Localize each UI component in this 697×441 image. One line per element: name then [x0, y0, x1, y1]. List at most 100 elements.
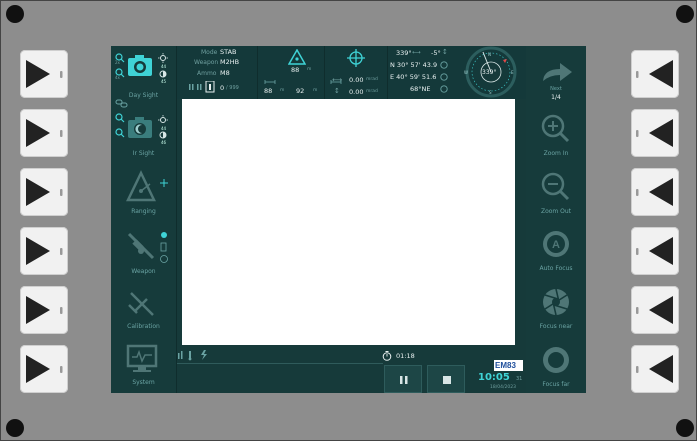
forward-arrow-icon [543, 63, 572, 81]
weapon-button[interactable]: Weapon [111, 224, 176, 280]
latitude-value: N 30° 57' 43.9 [390, 61, 438, 69]
focus-near-button[interactable]: Focus near [526, 283, 586, 335]
ranging-button[interactable]: Ranging [111, 166, 176, 221]
pause-icon [400, 376, 408, 384]
header-divider [257, 46, 258, 99]
display-screen: 2x 4x 44 45 Day Sight 44 46 Ir Sight Ran… [111, 46, 586, 393]
next-label: Next [550, 86, 562, 92]
right-bezel-button-2[interactable] [631, 109, 679, 157]
calibration-button[interactable]: Calibration [111, 283, 176, 335]
svg-text:A: A [552, 239, 560, 251]
video-feed[interactable] [182, 99, 515, 345]
range-left-value: 88 [264, 87, 273, 95]
day-zoom-mark-1: 2x [115, 60, 120, 65]
compass-mark-w: W [464, 70, 468, 75]
ir-sight-icons [115, 113, 168, 139]
play-left-icon [636, 296, 673, 324]
mode-label: Mode [201, 49, 218, 56]
ir-sight-button[interactable]: 44 46 Ir Sight [111, 106, 176, 162]
right-menu-panel: Next 1/4 Zoom In Zoom Out A Auto Focus F… [526, 46, 586, 393]
play-right-icon [26, 355, 63, 383]
range-value: 88 [291, 66, 300, 74]
day-zoom-mark-2: 4x [115, 75, 120, 80]
ranging-label: Ranging [131, 208, 156, 215]
weapon-value: M2HB [220, 58, 240, 66]
status-footer: 01:18 EM83 10:05 31 18/04/2023 [177, 346, 526, 393]
azimuth-arrow-icon: ⟷ [412, 49, 421, 56]
range-triangle-icon [288, 49, 306, 65]
day-sight-button[interactable]: 2x 4x 44 45 Day Sight [111, 46, 176, 102]
right-bezel-button-3[interactable] [631, 168, 679, 216]
auto-focus-icon: A [543, 231, 569, 257]
clock-time: 10:05 [478, 372, 510, 383]
status-icons [178, 350, 207, 361]
zoom-out-icon [541, 172, 570, 201]
calibration-label: Calibration [127, 323, 160, 330]
compass-mark-s: S [489, 90, 492, 95]
day-brightness-mark-1: 44 [161, 64, 167, 69]
heading-value: 68°NE [410, 85, 431, 93]
header-divider [324, 46, 325, 99]
pause-button[interactable] [384, 365, 422, 393]
clock-date: 18/04/2023 [490, 385, 516, 390]
compass-mark-n: N [488, 52, 491, 57]
play-right-icon [26, 296, 63, 324]
left-menu-panel: 2x 4x 44 45 Day Sight 44 46 Ir Sight Ran… [111, 46, 177, 393]
zoom-in-button[interactable]: Zoom In [526, 109, 586, 161]
focus-far-label: Focus far [542, 381, 570, 388]
left-bezel-button-1[interactable] [20, 50, 68, 98]
left-bezel-button-3[interactable] [20, 168, 68, 216]
status-header: Mode STAB Weapon M2HB Ammo M8 0 / 999 88… [177, 46, 526, 99]
stop-button[interactable] [427, 365, 465, 393]
clock-seconds: 31 [516, 376, 523, 382]
left-bezel-button-6[interactable] [20, 345, 68, 393]
compass-mark-e: E [511, 70, 514, 75]
focus-far-button[interactable]: Focus far [526, 341, 586, 393]
left-bezel-button-4[interactable] [20, 227, 68, 275]
right-bezel-button-6[interactable] [631, 345, 679, 393]
mrad-v-value: 0.00 [349, 88, 364, 96]
page-indicator: 1/4 [551, 94, 561, 101]
left-bezel-button-2[interactable] [20, 109, 68, 157]
footer-divider [177, 363, 383, 364]
screw-top-right [676, 5, 694, 23]
ammo-count: 0 [220, 84, 225, 92]
screw-bottom-right [676, 419, 694, 437]
auto-focus-button[interactable]: A Auto Focus [526, 225, 586, 277]
calibration-icon [128, 292, 154, 316]
zoom-out-button[interactable]: Zoom Out [526, 167, 586, 219]
day-sight-icons [115, 53, 168, 78]
right-bezel-button-5[interactable] [631, 286, 679, 334]
stop-icon [443, 376, 451, 384]
logo: EM83 [495, 361, 516, 370]
zoom-out-label: Zoom Out [540, 208, 572, 215]
elevation-arrow-icon: ↕ [442, 48, 448, 56]
ammo-total: / 999 [226, 85, 239, 91]
play-right-icon [26, 60, 63, 88]
mode-value: STAB [220, 48, 237, 56]
weapon-icon [127, 232, 168, 263]
system-button[interactable]: System [111, 339, 176, 391]
device-bezel: 2x 4x 44 45 Day Sight 44 46 Ir Sight Ran… [0, 0, 697, 441]
play-left-icon [636, 355, 673, 383]
longitude-value: E 40° 59' 51.6 [390, 73, 437, 81]
screw-bottom-left [6, 419, 24, 437]
right-bezel-button-1[interactable] [631, 50, 679, 98]
zoom-in-label: Zoom In [543, 150, 569, 157]
ammo-value: M8 [220, 69, 230, 77]
day-brightness-mark-2: 45 [161, 79, 167, 84]
play-left-icon [636, 237, 673, 265]
range-right-value: 92 [296, 87, 305, 95]
focus-near-label: Focus near [539, 323, 573, 330]
left-bezel-button-5[interactable] [20, 286, 68, 334]
range-right-unit: m [313, 88, 318, 93]
elevation-value: -5° [431, 49, 441, 57]
azimuth-value: 339° [396, 49, 412, 57]
play-right-icon [26, 237, 63, 265]
play-left-icon [636, 119, 673, 147]
play-left-icon [636, 60, 673, 88]
mrad-h-value: 0.00 [349, 76, 364, 84]
timer-icon [382, 351, 392, 361]
right-bezel-button-4[interactable] [631, 227, 679, 275]
next-page-button[interactable]: Next 1/4 [526, 52, 586, 104]
